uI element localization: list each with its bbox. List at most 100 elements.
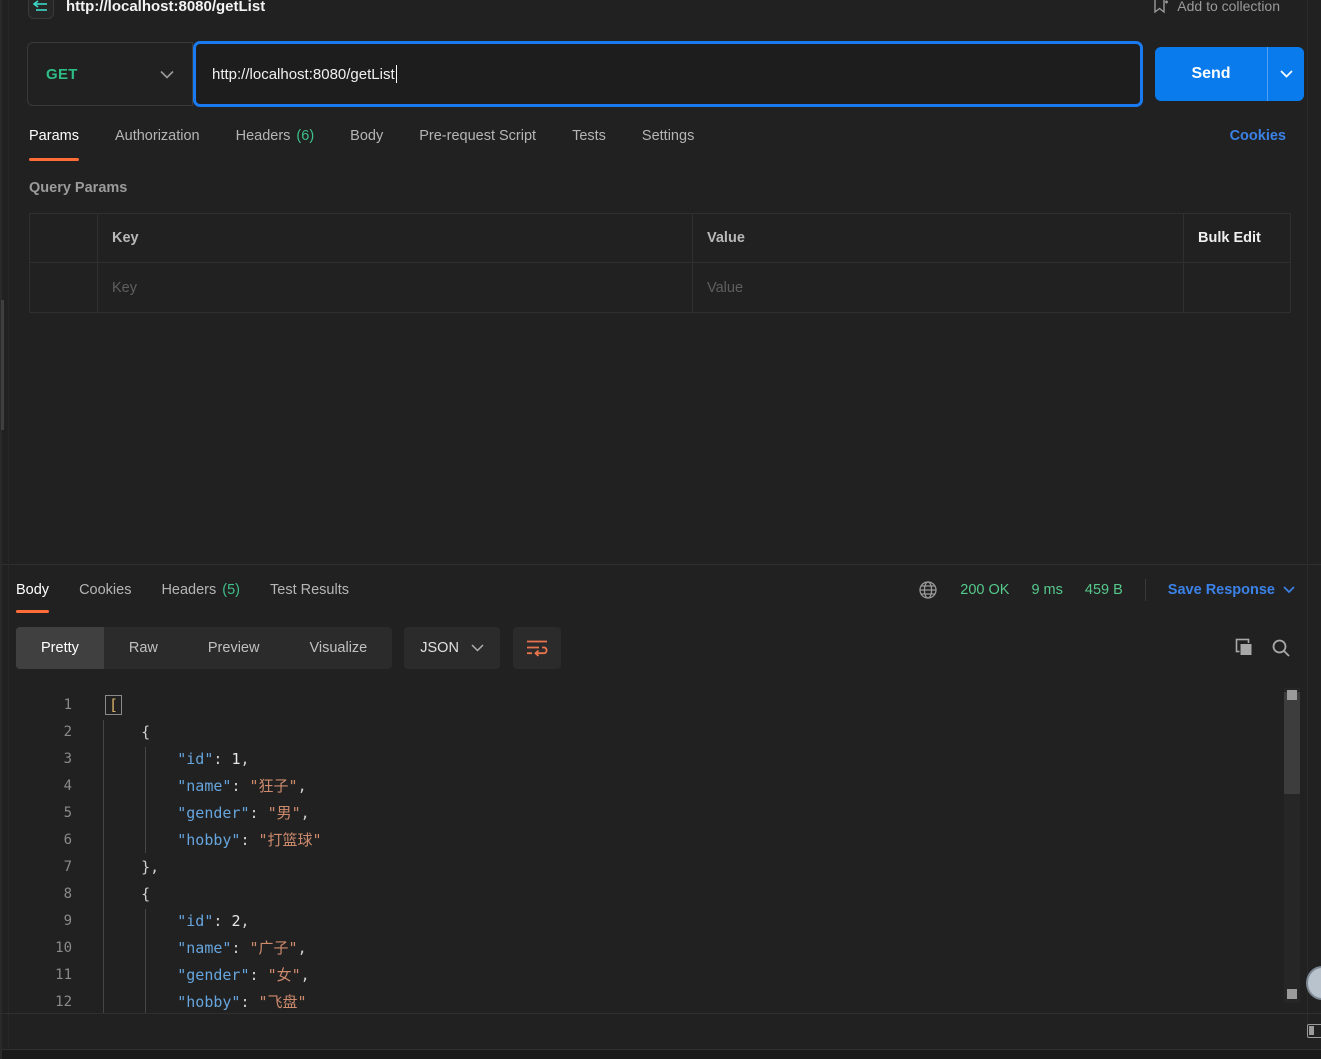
tab-label: Settings bbox=[641, 128, 695, 144]
request-title: http://localhost:8080/getList bbox=[66, 0, 266, 15]
tab-tests[interactable]: Tests bbox=[572, 107, 606, 165]
tab-count: (6) bbox=[296, 128, 315, 144]
view-visualize[interactable]: Visualize bbox=[284, 627, 392, 669]
wrap-lines-button[interactable] bbox=[512, 627, 561, 669]
copy-response-button[interactable] bbox=[1234, 638, 1254, 658]
wrap-lines-icon bbox=[526, 639, 548, 657]
tab-pre-request-script[interactable]: Pre-request Script bbox=[419, 107, 536, 165]
text-caret bbox=[395, 65, 398, 83]
tab-label: Pre-request Script bbox=[419, 128, 537, 144]
line-content: "gender": "男", bbox=[177, 804, 310, 822]
cookies-link[interactable]: Cookies bbox=[1230, 128, 1286, 144]
url-value: http://localhost:8080/getList bbox=[212, 65, 395, 83]
code-line: 12 "hobby": "飞盘" bbox=[0, 989, 1321, 1013]
code-line: 1[ bbox=[0, 692, 1321, 719]
format-dropdown[interactable]: JSON bbox=[404, 627, 500, 669]
code-line: 11 "gender": "女", bbox=[0, 962, 1321, 989]
scrollbar-thumb[interactable] bbox=[1284, 692, 1300, 794]
view-pretty[interactable]: Pretty bbox=[16, 627, 104, 669]
response-tab-headers[interactable]: Headers (5) bbox=[161, 565, 240, 615]
scrollbar-handle-top[interactable] bbox=[1287, 690, 1297, 700]
code-line: 2 { bbox=[0, 719, 1321, 746]
indent-guide bbox=[103, 720, 104, 1013]
network-globe-icon[interactable] bbox=[918, 580, 938, 600]
request-builder-row: GET http://localhost:8080/getList Send bbox=[0, 41, 1321, 107]
chevron-down-icon bbox=[160, 70, 174, 79]
response-viewer-toolbar: Pretty Raw Preview Visualize JSON bbox=[0, 615, 1321, 681]
line-number: 3 bbox=[63, 751, 72, 767]
response-tabs: Body Cookies Headers (5) Test Results bbox=[16, 565, 349, 615]
response-tab-test-results[interactable]: Test Results bbox=[270, 565, 349, 615]
response-tab-body[interactable]: Body bbox=[16, 565, 50, 615]
code-line: 7 }, bbox=[0, 854, 1321, 881]
response-tab-cookies[interactable]: Cookies bbox=[79, 565, 131, 615]
save-response-button[interactable]: Save Response bbox=[1168, 582, 1295, 598]
left-pane-scrollbar[interactable] bbox=[1, 300, 4, 430]
add-to-collection-button[interactable]: Add to collection bbox=[1152, 0, 1280, 15]
tab-label: Body bbox=[16, 582, 50, 598]
send-options-button[interactable] bbox=[1267, 47, 1304, 101]
add-to-collection-label: Add to collection bbox=[1177, 0, 1280, 14]
code-line: 9 "id": 2, bbox=[0, 908, 1321, 935]
tab-params[interactable]: Params bbox=[29, 107, 79, 165]
key-input[interactable]: Key bbox=[98, 263, 693, 312]
table-header-row: Key Value Bulk Edit bbox=[30, 214, 1290, 263]
line-number: 6 bbox=[63, 832, 72, 848]
response-status-bar: 200 OK 9 ms 459 B Save Response bbox=[918, 579, 1295, 601]
status-code: 200 OK bbox=[960, 582, 1010, 598]
method-dropdown[interactable]: GET bbox=[27, 42, 193, 106]
url-input[interactable]: http://localhost:8080/getList bbox=[193, 41, 1143, 107]
request-title-bar: http://localhost:8080/getList Add to col… bbox=[0, 0, 1321, 41]
line-number: 7 bbox=[63, 859, 72, 875]
line-content: "id": 2, bbox=[177, 912, 250, 930]
query-params-heading: Query Params bbox=[29, 180, 128, 196]
line-number: 1 bbox=[63, 697, 72, 713]
code-line: 6 "hobby": "打篮球" bbox=[0, 827, 1321, 854]
line-content: }, bbox=[105, 858, 160, 876]
tab-settings[interactable]: Settings bbox=[642, 107, 694, 165]
indent-guide bbox=[145, 747, 146, 853]
tab-label: Body bbox=[350, 128, 384, 144]
scrollbar-handle-bottom[interactable] bbox=[1287, 989, 1297, 999]
tab-authorization[interactable]: Authorization bbox=[115, 107, 200, 165]
response-scrollbar[interactable] bbox=[1284, 688, 1300, 1003]
request-response-gap bbox=[0, 313, 1321, 564]
value-column-header: Value bbox=[693, 214, 1184, 262]
view-preview[interactable]: Preview bbox=[183, 627, 285, 669]
line-number: 4 bbox=[63, 778, 72, 794]
line-number: 5 bbox=[63, 805, 72, 821]
response-body-editor[interactable]: 1[2 {3 "id": 1, 4 "name": "狂子", 5 "gender"… bbox=[0, 681, 1321, 1013]
send-split-button: Send bbox=[1155, 47, 1304, 101]
http-request-icon bbox=[33, 0, 49, 13]
send-button[interactable]: Send bbox=[1155, 47, 1267, 101]
code-line: 10 "name": "广子", bbox=[0, 935, 1321, 962]
bulk-edit-button[interactable]: Bulk Edit bbox=[1184, 214, 1290, 262]
value-input[interactable]: Value bbox=[693, 263, 1184, 312]
chevron-down-icon bbox=[471, 644, 484, 652]
view-raw[interactable]: Raw bbox=[104, 627, 183, 669]
footer-strip bbox=[0, 1013, 1321, 1049]
console-icon[interactable] bbox=[1307, 1024, 1321, 1038]
line-number: 2 bbox=[63, 724, 72, 740]
line-content: "hobby": "打篮球" bbox=[177, 831, 322, 849]
method-label: GET bbox=[46, 65, 78, 83]
line-number: 9 bbox=[63, 913, 72, 929]
select-column-header bbox=[30, 214, 98, 262]
tab-label: Cookies bbox=[79, 582, 132, 598]
line-content: { bbox=[105, 723, 151, 741]
tab-label: Params bbox=[29, 128, 79, 144]
table-row: Key Value bbox=[30, 263, 1290, 312]
tab-count: (5) bbox=[222, 582, 240, 598]
line-content: [ bbox=[72, 692, 123, 719]
search-response-button[interactable] bbox=[1271, 638, 1291, 658]
tab-body[interactable]: Body bbox=[350, 107, 383, 165]
view-mode-switcher: Pretty Raw Preview Visualize bbox=[16, 627, 393, 669]
line-content: "name": "广子", bbox=[177, 939, 307, 957]
line-content: "hobby": "飞盘" bbox=[177, 993, 307, 1011]
code-line: 8 { bbox=[0, 881, 1321, 908]
response-header: Body Cookies Headers (5) Test Results 20… bbox=[0, 565, 1321, 615]
row-actions-cell bbox=[1184, 263, 1290, 312]
tab-headers[interactable]: Headers (6) bbox=[236, 107, 315, 165]
code-lines: 1[2 {3 "id": 1, 4 "name": "狂子", 5 "gender"… bbox=[0, 692, 1321, 1013]
tab-label: Headers bbox=[235, 128, 291, 144]
